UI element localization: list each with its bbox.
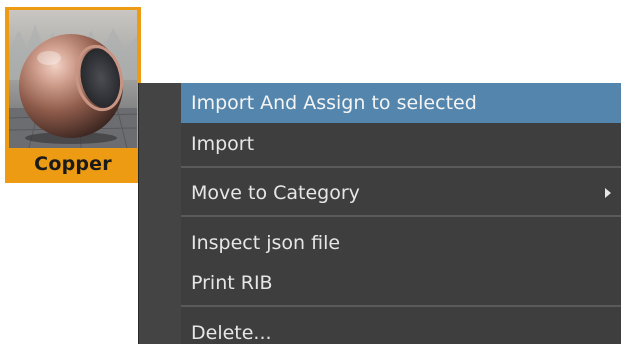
copper-sphere-preview [9, 10, 137, 148]
menu-separator [181, 166, 621, 168]
material-name-label: Copper [34, 153, 112, 175]
menu-item-label: Import And Assign to selected [191, 92, 477, 114]
menu-item-move-to-category[interactable]: Move to Category [181, 173, 621, 213]
menu-item-import[interactable]: Import [181, 124, 621, 164]
menu-item-label: Move to Category [191, 182, 360, 204]
menu-item-label: Print RIB [191, 272, 273, 294]
menu-separator [181, 215, 621, 217]
menu-item-inspect-json[interactable]: Inspect json file [181, 223, 621, 263]
menu-item-print-rib[interactable]: Print RIB [181, 263, 621, 303]
menu-separator [181, 305, 621, 307]
menu-item-label: Import [191, 133, 255, 155]
menu-item-delete[interactable]: Delete... [181, 313, 621, 344]
menu-item-label: Delete... [191, 322, 272, 344]
menu-item-import-and-assign[interactable]: Import And Assign to selected [181, 83, 621, 123]
material-tile-copper[interactable]: Copper [5, 7, 141, 183]
screen: Copper Import And Assign to selected Imp… [0, 0, 621, 344]
chevron-right-icon [605, 188, 611, 198]
menu-icon-gutter [139, 83, 181, 344]
menu-item-label: Inspect json file [191, 232, 341, 254]
context-menu: Import And Assign to selected Import Mov… [139, 83, 621, 344]
